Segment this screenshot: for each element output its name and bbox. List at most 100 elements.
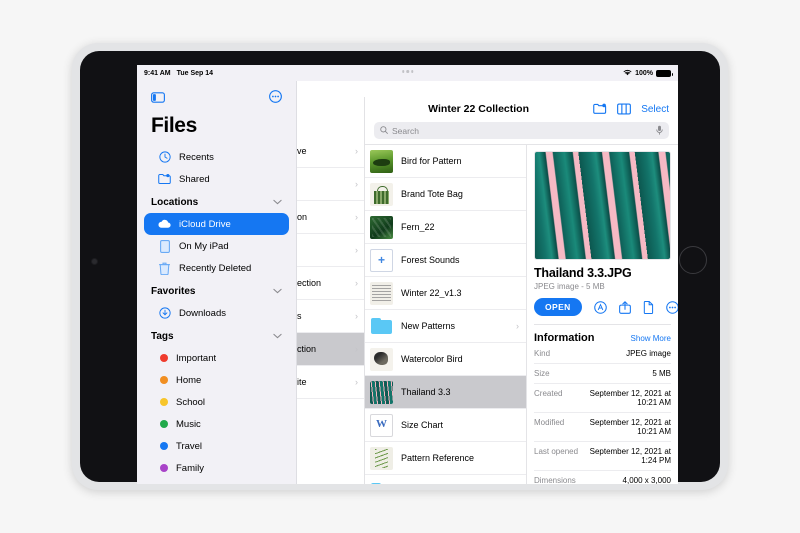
toolbar-actions: Select xyxy=(593,103,669,115)
share-icon[interactable] xyxy=(618,300,631,314)
table-row[interactable]: Brand Tote Bag xyxy=(365,178,526,211)
clock-icon xyxy=(158,151,171,164)
sidebar-item-label: Important xyxy=(176,352,217,364)
show-more-button[interactable]: Show More xyxy=(631,334,671,343)
front-camera xyxy=(92,259,97,264)
sidebar-app-title: Files xyxy=(151,114,197,137)
sidebar-item-recently-deleted[interactable]: Recently Deleted xyxy=(144,257,289,279)
page-root: 9:41 AM Tue Sep 14 100% Files Recents Sh… xyxy=(0,0,800,533)
sidebar-group-locations[interactable]: Locations xyxy=(137,190,296,213)
wifi-icon xyxy=(623,69,632,78)
search-input[interactable]: Search xyxy=(374,122,669,139)
information-header: Information Show More xyxy=(534,332,671,344)
sidebar-item-tag-school[interactable]: School xyxy=(144,391,289,413)
tag-dot-icon xyxy=(160,464,168,472)
status-date: Tue Sep 14 xyxy=(176,69,214,77)
sidebar-group-title: Tags xyxy=(151,331,174,342)
chevron-down-icon[interactable] xyxy=(273,197,282,208)
markup-icon[interactable] xyxy=(593,300,607,314)
table-row[interactable]: Photo Shoot Locations › xyxy=(365,475,526,484)
list-item[interactable]: ection › xyxy=(297,267,364,300)
list-item[interactable]: ite › xyxy=(297,366,364,399)
table-row[interactable]: New Patterns › xyxy=(365,310,526,343)
file-name: Size Chart xyxy=(401,420,444,430)
sidebar-item-tag-travel[interactable]: Travel xyxy=(144,435,289,457)
info-row: Kind JPEG image xyxy=(534,344,671,364)
more-circle-icon[interactable] xyxy=(665,300,678,314)
search-placeholder: Search xyxy=(392,125,419,136)
info-value: 4,000 x 3,000 xyxy=(622,476,671,484)
info-row: Modified September 12, 2021 at 10:21 AM xyxy=(534,413,671,442)
list-item[interactable]: ve › xyxy=(297,135,364,168)
sidebar-item-label: Recents xyxy=(179,151,214,163)
info-row: Last opened September 12, 2021 at 1:24 P… xyxy=(534,442,671,471)
info-value: September 12, 2021 at 10:21 AM xyxy=(589,389,671,407)
list-item[interactable]: ction › xyxy=(297,333,364,366)
sidebar-group-title: Locations xyxy=(151,197,199,208)
battery-icon xyxy=(656,69,673,77)
ipad-bezel: 9:41 AM Tue Sep 14 100% Files Recents Sh… xyxy=(80,51,720,484)
table-row[interactable]: Size Chart xyxy=(365,409,526,442)
sidebar: Files Recents Shared Locations iCloud Dr… xyxy=(137,81,297,484)
sidebar-item-recents[interactable]: Recents xyxy=(144,146,289,168)
sidebar-group-favorites[interactable]: Favorites xyxy=(137,279,296,302)
table-row[interactable]: Bird for Pattern xyxy=(365,145,526,178)
file-preview-image[interactable] xyxy=(534,151,671,260)
info-key: Modified xyxy=(534,418,565,427)
file-thumbnail-icon xyxy=(370,281,393,305)
sidebar-item-label: Travel xyxy=(176,440,203,452)
table-row[interactable]: Forest Sounds xyxy=(365,244,526,277)
new-folder-icon[interactable] xyxy=(593,103,607,115)
info-row: Dimensions 4,000 x 3,000 xyxy=(534,471,671,484)
open-button[interactable]: OPEN xyxy=(534,298,582,316)
table-row[interactable]: Pattern Reference xyxy=(365,442,526,475)
multitask-handle-icon[interactable] xyxy=(401,70,414,73)
chevron-right-icon: › xyxy=(355,146,358,156)
column-view-icon[interactable] xyxy=(617,103,632,115)
toolbar: Winter 22 Collection Select xyxy=(365,97,678,121)
chevron-down-icon[interactable] xyxy=(273,331,282,342)
table-row[interactable]: Winter 22_v1.3 xyxy=(365,277,526,310)
sidebar-item-tag-home[interactable]: Home xyxy=(144,369,289,391)
select-button[interactable]: Select xyxy=(641,104,669,115)
ipad-icon xyxy=(158,239,171,253)
sidebar-item-shared[interactable]: Shared xyxy=(144,168,289,190)
sidebar-item-label: On My iPad xyxy=(179,240,229,252)
sidebar-item-label: Family xyxy=(176,462,204,474)
sidebar-item-on-my-ipad[interactable]: On My iPad xyxy=(144,235,289,257)
divider xyxy=(534,324,671,325)
list-item[interactable]: on › xyxy=(297,201,364,234)
sidebar-item-tag-music[interactable]: Music xyxy=(144,413,289,435)
duplicate-document-icon[interactable] xyxy=(643,300,654,314)
home-button[interactable] xyxy=(679,246,707,274)
tag-dot-icon xyxy=(160,354,168,362)
info-value: 5 MB xyxy=(652,369,671,378)
sidebar-item-label: Shared xyxy=(179,173,210,185)
chevron-down-icon[interactable] xyxy=(273,286,282,297)
file-name: Pattern Reference xyxy=(401,453,475,463)
sidebar-item-label: iCloud Drive xyxy=(179,218,231,230)
file-name: New Patterns xyxy=(401,321,456,331)
tag-dot-icon xyxy=(160,398,168,406)
sidebar-item-tag-important[interactable]: Important xyxy=(144,347,289,369)
file-thumbnail-icon xyxy=(370,149,393,173)
sidebar-toggle-icon[interactable] xyxy=(151,90,165,108)
icloud-icon xyxy=(158,218,171,231)
table-row[interactable]: Watercolor Bird xyxy=(365,343,526,376)
tag-dot-icon xyxy=(160,376,168,384)
file-thumbnail-icon xyxy=(370,215,393,239)
chevron-right-icon: › xyxy=(355,212,358,222)
table-row[interactable]: Fern_22 xyxy=(365,211,526,244)
table-row-selected[interactable]: Thailand 3.3 xyxy=(365,376,526,409)
sidebar-item-downloads[interactable]: Downloads xyxy=(144,302,289,324)
list-item[interactable]: › xyxy=(297,168,364,201)
list-item[interactable]: s › xyxy=(297,300,364,333)
search-bar-wrap: Search xyxy=(365,121,678,144)
info-key: Dimensions xyxy=(534,476,576,484)
list-item[interactable]: › xyxy=(297,234,364,267)
sidebar-group-tags[interactable]: Tags xyxy=(137,324,296,347)
microphone-icon[interactable] xyxy=(656,125,663,137)
sidebar-item-tag-family[interactable]: Family xyxy=(144,457,289,479)
sidebar-item-icloud-drive[interactable]: iCloud Drive xyxy=(144,213,289,235)
sidebar-more-circle-icon[interactable] xyxy=(269,90,282,108)
